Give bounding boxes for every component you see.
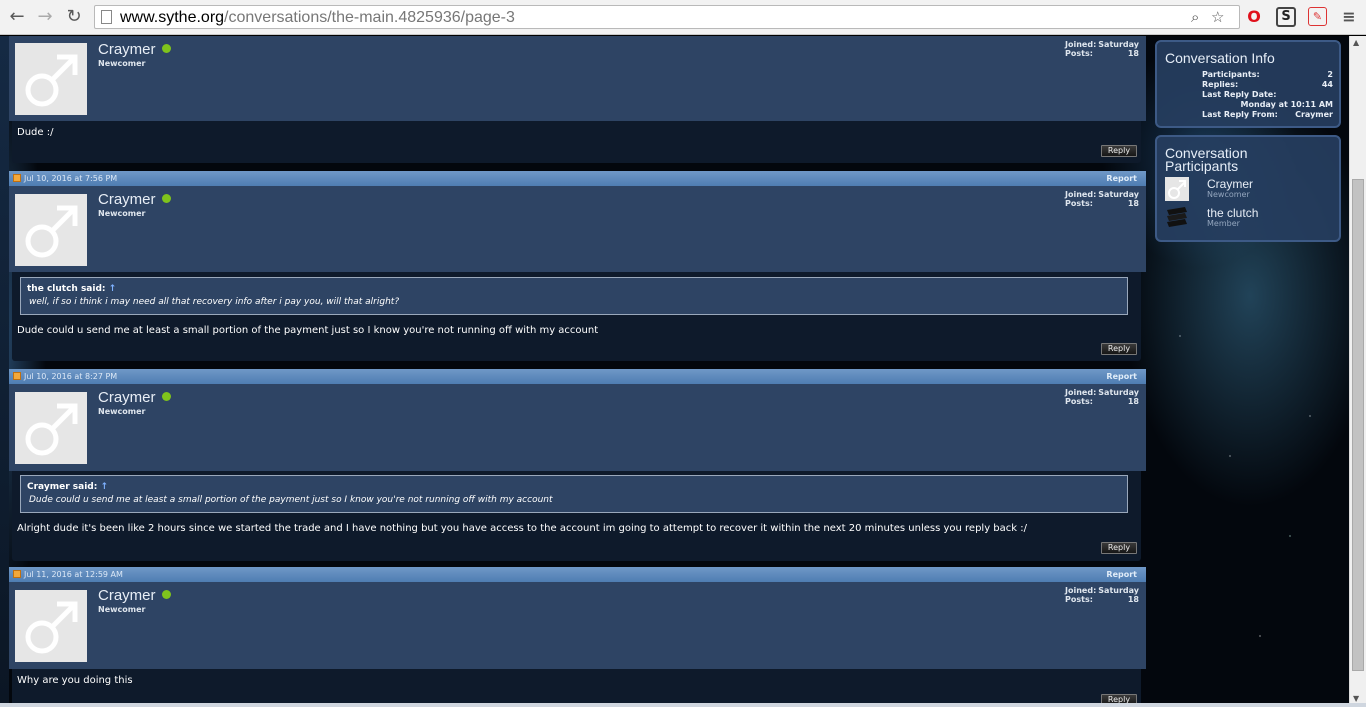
conversation-info-title: Conversation Info [1165,50,1275,66]
post-header: Jul 10, 2016 at 8:27 PM Report [9,369,1146,384]
post-user-info: Craymer Newcomer Joined: Saturday Posts: 1… [9,384,1146,471]
post-icon [13,174,21,182]
user-stats: Joined: Saturday Posts: 18 [1065,40,1139,58]
quote-author: the clutch said: ↑ [27,284,117,294]
user-stats: Joined: Saturday Posts: 18 [1065,586,1139,604]
username[interactable]: Craymer [98,389,171,406]
taskbar-edge [0,703,1366,707]
post-icon [13,372,21,380]
post-text: Dude could u send me at least a small po… [17,325,599,336]
post-text: Alright dude it's been like 2 hours sinc… [17,523,1027,534]
reply-button[interactable]: Reply [1101,343,1137,355]
quote-text: well, if so i think i may need all that … [29,297,400,307]
quote-link-arrow[interactable]: ↑ [109,284,117,294]
user-title: Newcomer [98,605,146,614]
participant-title: Newcomer [1207,190,1250,199]
user-title: Newcomer [98,209,146,218]
online-indicator [161,392,171,401]
male-symbol-icon [25,54,78,107]
quote-link-arrow[interactable]: ↑ [100,482,108,492]
address-bar[interactable]: www.sythe.org/conversations/the-main.482… [94,5,1240,29]
page-icon [101,10,112,24]
post-header: Jul 11, 2016 at 12:59 AM Report [9,567,1146,582]
zoom-icon[interactable]: ⌕ [1191,8,1199,26]
quote-text: Dude could u send me at least a small po… [29,495,553,505]
post-text: Why are you doing this [17,675,133,686]
male-symbol-icon [1168,180,1186,199]
vertical-scrollbar[interactable]: ▲ ▼ [1349,36,1366,707]
report-link[interactable]: Report [1106,372,1137,381]
post-user-info: Craymer Newcomer Joined: Saturday Posts: 1… [9,186,1146,272]
participant-name[interactable]: the clutch [1207,206,1258,220]
post-user-info: Craymer Newcomer Joined: Saturday Posts: 1… [9,582,1146,669]
reply-button[interactable]: Reply [1101,145,1137,157]
username[interactable]: Craymer [98,191,171,208]
username[interactable]: Craymer [98,587,171,604]
post-icon [13,570,21,578]
opera-extension-icon[interactable]: O [1244,7,1264,27]
participant-avatar[interactable] [1165,177,1189,201]
stacked-chevrons-icon [1167,207,1187,227]
post-date: Jul 11, 2016 at 12:59 AM [13,570,123,579]
post-body: Dude :/ Reply [12,121,1141,163]
post-body: the clutch said: ↑ well, if so i think i… [12,272,1141,361]
last-reply-date-value: Monday at 10:11 AM [1240,100,1333,109]
scroll-up-icon[interactable]: ▲ [1353,38,1359,47]
online-indicator [161,194,171,203]
avatar[interactable] [15,392,87,464]
replies-row: Replies: 44 [1202,80,1333,89]
last-reply-date-label: Last Reply Date: [1202,90,1277,99]
conversation-participants-box: Conversation Participants Craymer Newcome… [1155,135,1341,242]
quote-author: Craymer said: ↑ [27,482,109,492]
male-symbol-icon [25,205,78,258]
user-title: Newcomer [98,59,146,68]
conversation-info-box: Conversation Info Participants: 2 Replies… [1155,40,1341,128]
post-text: Dude :/ [17,127,54,138]
reload-icon[interactable]: ↻ [63,6,85,28]
scroll-down-icon[interactable]: ▼ [1353,694,1359,703]
pdf-extension-icon[interactable]: ✎ [1308,7,1327,26]
quote-block: the clutch said: ↑ well, if so i think i… [20,277,1128,315]
last-reply-from-row: Last Reply From: Craymer [1202,110,1333,119]
browser-toolbar: ← → ↻ www.sythe.org/conversations/the-ma… [0,0,1366,35]
report-link[interactable]: Report [1106,570,1137,579]
post-body: Craymer said: ↑ Dude could u send me at … [12,471,1141,561]
scroll-thumb[interactable] [1352,179,1364,671]
back-icon[interactable]: ← [6,6,28,28]
participants-title: Conversation Participants [1165,145,1248,174]
quote-block: Craymer said: ↑ Dude could u send me at … [20,475,1128,513]
post-date: Jul 10, 2016 at 8:27 PM [13,372,117,381]
avatar[interactable] [15,590,87,662]
report-link[interactable]: Report [1106,174,1137,183]
s-extension-icon[interactable]: S [1276,7,1296,27]
post-user-info: Craymer Newcomer Joined: Saturday Posts: 1… [9,36,1146,121]
participant-name[interactable]: Craymer [1207,177,1253,191]
forward-icon[interactable]: → [34,6,56,28]
participants-row: Participants: 2 [1202,70,1333,79]
online-indicator [161,44,171,53]
menu-icon[interactable]: ≡ [1339,7,1359,27]
star-icon[interactable]: ☆ [1211,8,1224,26]
url-text: www.sythe.org/conversations/the-main.482… [120,9,515,26]
online-indicator [161,590,171,599]
post-header: Jul 10, 2016 at 7:56 PM Report [9,171,1146,186]
user-stats: Joined: Saturday Posts: 18 [1065,190,1139,208]
username[interactable]: Craymer [98,41,171,58]
user-title: Newcomer [98,407,146,416]
participant-avatar[interactable] [1165,206,1189,230]
avatar[interactable] [15,43,87,115]
post-body: Why are you doing this Reply [12,669,1141,707]
page-content: Craymer Newcomer Joined: Saturday Posts: 1… [0,36,1366,707]
avatar[interactable] [15,194,87,266]
male-symbol-icon [25,403,78,456]
male-symbol-icon [25,601,78,654]
user-stats: Joined: Saturday Posts: 18 [1065,388,1139,406]
left-decoration [0,36,9,707]
post-date: Jul 10, 2016 at 7:56 PM [13,174,117,183]
reply-button[interactable]: Reply [1101,542,1137,554]
participant-title: Member [1207,219,1240,228]
